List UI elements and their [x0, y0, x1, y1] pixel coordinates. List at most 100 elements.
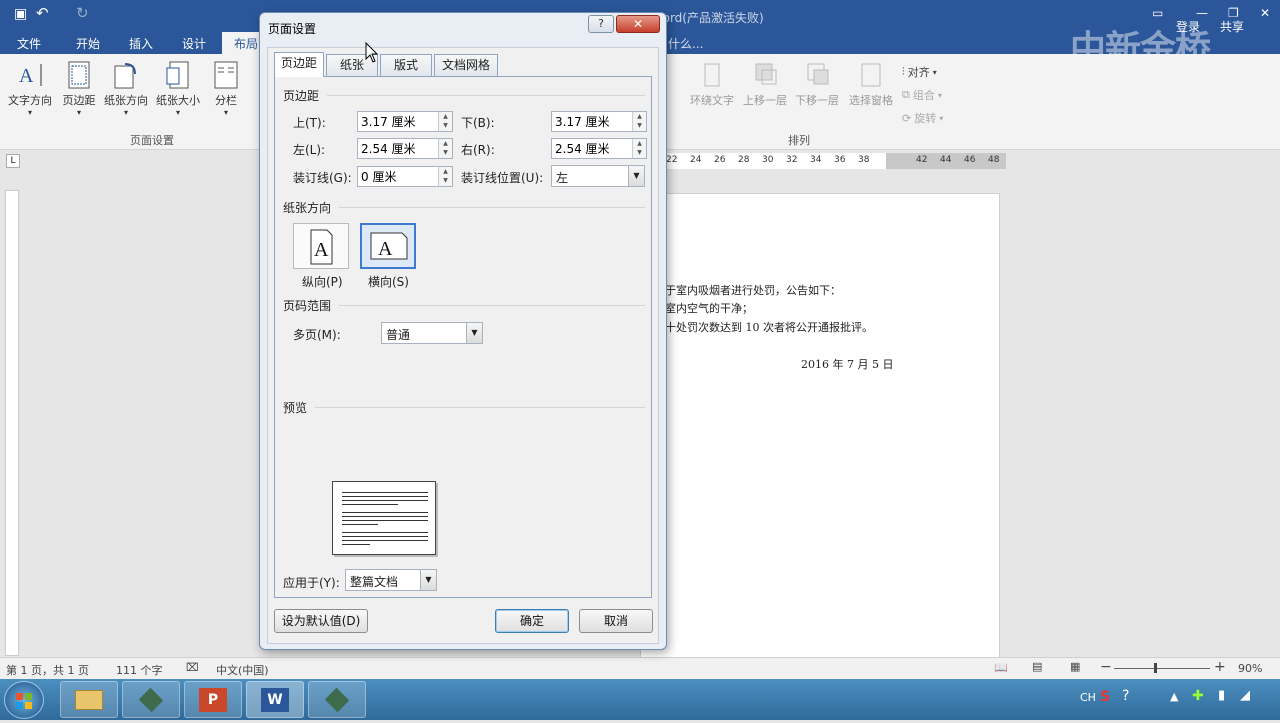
redo-icon[interactable]: ↻: [76, 4, 89, 22]
set-default-button[interactable]: 设为默认值(D): [274, 609, 368, 633]
tab-layout[interactable]: 版式: [380, 54, 432, 76]
undo-icon[interactable]: ↶: [36, 4, 49, 22]
dialog-help-button[interactable]: ?: [588, 15, 614, 33]
align-button[interactable]: ⫶ 对齐 ▾: [902, 64, 937, 80]
group-button[interactable]: ⧉ 组合 ▾: [902, 87, 942, 103]
tray-expand-icon[interactable]: ▲: [1170, 690, 1178, 703]
spinner-arrows-icon[interactable]: ▲ ▼: [438, 167, 452, 186]
portrait-option[interactable]: A: [293, 223, 349, 269]
zoom-level[interactable]: 90%: [1238, 662, 1262, 675]
print-layout-icon[interactable]: ▤: [1032, 660, 1042, 673]
cancel-button[interactable]: 取消: [579, 609, 653, 633]
spinner-arrows-icon[interactable]: ▲ ▼: [438, 139, 452, 158]
word-taskbar-button[interactable]: W: [246, 681, 304, 718]
powerpoint-taskbar-button[interactable]: P: [184, 681, 242, 718]
gutter-label: 装订线(G):: [293, 171, 352, 185]
rotate-icon: ⟳: [902, 111, 912, 125]
tell-me-box[interactable]: 什么...: [668, 35, 703, 52]
zoom-in-icon[interactable]: +: [1214, 659, 1226, 675]
word-count[interactable]: 111 个字: [116, 662, 163, 678]
language-indicator[interactable]: 中文(中国): [216, 662, 269, 678]
help-tray-icon[interactable]: ?: [1122, 688, 1129, 704]
bring-forward-button[interactable]: 上移一层: [740, 60, 790, 108]
ruler-number: 36: [834, 155, 846, 165]
orientation-button[interactable]: 纸张方向 ▾: [100, 60, 152, 117]
text-direction-button[interactable]: A 文字方向 ▾: [4, 60, 56, 117]
read-mode-icon[interactable]: 📖: [994, 661, 1008, 674]
bottom-margin-input[interactable]: [552, 112, 628, 131]
wrap-text-icon: [697, 60, 727, 90]
dropdown-arrow-icon[interactable]: ▼: [466, 323, 482, 343]
network-icon[interactable]: ▮: [1218, 688, 1225, 703]
rotate-button[interactable]: ⟳ 旋转 ▾: [902, 110, 943, 126]
ribbon-display-icon[interactable]: ▭: [1152, 6, 1163, 20]
close-icon[interactable]: ✕: [1260, 6, 1270, 20]
right-margin-spinner[interactable]: ▲▼: [551, 138, 647, 159]
spinner-arrows-icon[interactable]: ▲ ▼: [438, 112, 452, 131]
left-margin-spinner[interactable]: ▲▼: [357, 138, 453, 159]
spinner-arrows-icon[interactable]: ▲ ▼: [632, 112, 646, 131]
document-page[interactable]: 于室内吸烟者进行处罚，公告如下： 室内空气的干净； 十处罚次数达到 10 次者将…: [640, 193, 1000, 663]
tab-insert[interactable]: 插入: [129, 35, 153, 52]
gutter-spinner[interactable]: ▲▼: [357, 166, 453, 187]
proofing-icon[interactable]: ⌧: [186, 661, 199, 674]
group-arrange-label: 排列: [788, 134, 810, 147]
doc-line: 于室内吸烟者进行处罚，公告如下：: [665, 284, 841, 297]
explorer-taskbar-button[interactable]: [60, 681, 118, 718]
tab-home[interactable]: 开始: [76, 35, 100, 52]
volume-icon[interactable]: ◢: [1240, 688, 1250, 703]
margins-tab-pane: 页边距 上(T): ▲▼ 下(B): ▲▼ 左(L): ▲▼ 右(R): ▲▼: [274, 76, 652, 598]
share-button[interactable]: 共享: [1220, 18, 1244, 35]
selection-pane-button[interactable]: 选择窗格: [846, 60, 896, 108]
top-margin-spinner[interactable]: ▲▼: [357, 111, 453, 132]
dialog-close-button[interactable]: ✕: [616, 15, 660, 33]
security-tray-icon[interactable]: ✚: [1192, 688, 1204, 704]
tab-margins[interactable]: 页边距: [274, 52, 324, 77]
spinner-arrows-icon[interactable]: ▲ ▼: [632, 139, 646, 158]
left-margin-label: 左(L):: [293, 143, 326, 157]
ruler-number: 42: [916, 155, 928, 165]
margins-icon: [64, 60, 94, 90]
app-taskbar-button[interactable]: [122, 681, 180, 718]
tab-stop-selector[interactable]: L: [6, 154, 20, 168]
top-margin-label: 上(T):: [293, 116, 326, 130]
gutter-position-select[interactable]: 左 ▼: [551, 165, 645, 187]
pages-section-title: 页码范围: [283, 299, 332, 313]
input-language[interactable]: CH: [1080, 691, 1096, 704]
columns-icon: [211, 60, 241, 90]
tab-file[interactable]: 文件: [17, 35, 41, 52]
gutter-input[interactable]: [358, 167, 434, 186]
send-backward-button[interactable]: 下移一层: [792, 60, 842, 108]
send-backward-label: 下移一层: [795, 94, 839, 107]
start-button[interactable]: [4, 681, 44, 719]
size-button[interactable]: 纸张大小 ▾: [152, 60, 204, 117]
selection-pane-icon: [856, 60, 886, 90]
recorder-taskbar-button[interactable]: [308, 681, 366, 718]
landscape-option[interactable]: A: [360, 223, 416, 269]
tab-design[interactable]: 设计: [182, 35, 206, 52]
page-count[interactable]: 第 1 页，共 1 页: [6, 662, 89, 678]
zoom-out-icon[interactable]: −: [1100, 659, 1112, 675]
tab-doc-grid[interactable]: 文档网格: [434, 54, 498, 76]
margins-button[interactable]: 页边距 ▾: [58, 60, 100, 117]
multiple-pages-select[interactable]: 普通 ▼: [381, 322, 483, 344]
zoom-slider-thumb[interactable]: [1154, 663, 1157, 673]
ime-icon[interactable]: S: [1100, 689, 1110, 705]
save-icon[interactable]: ▣: [14, 6, 27, 22]
zoom-slider[interactable]: [1114, 668, 1210, 669]
columns-button[interactable]: 分栏 ▾: [208, 60, 244, 117]
mouse-cursor-icon: [365, 42, 379, 63]
gutter-position-label: 装订线位置(U):: [461, 171, 544, 185]
wrap-text-button[interactable]: 环绕文字: [684, 60, 740, 108]
ruler-number: 46: [964, 155, 976, 165]
web-layout-icon[interactable]: ▦: [1070, 660, 1080, 673]
bottom-margin-spinner[interactable]: ▲▼: [551, 111, 647, 132]
top-margin-input[interactable]: [358, 112, 434, 131]
right-margin-input[interactable]: [552, 139, 628, 158]
dropdown-arrow-icon[interactable]: ▼: [628, 166, 644, 186]
apply-to-select[interactable]: 整篇文档 ▼: [345, 569, 437, 591]
portrait-label: 纵向(P): [302, 275, 343, 289]
left-margin-input[interactable]: [358, 139, 434, 158]
dropdown-arrow-icon[interactable]: ▼: [420, 570, 436, 590]
ok-button[interactable]: 确定: [495, 609, 569, 633]
